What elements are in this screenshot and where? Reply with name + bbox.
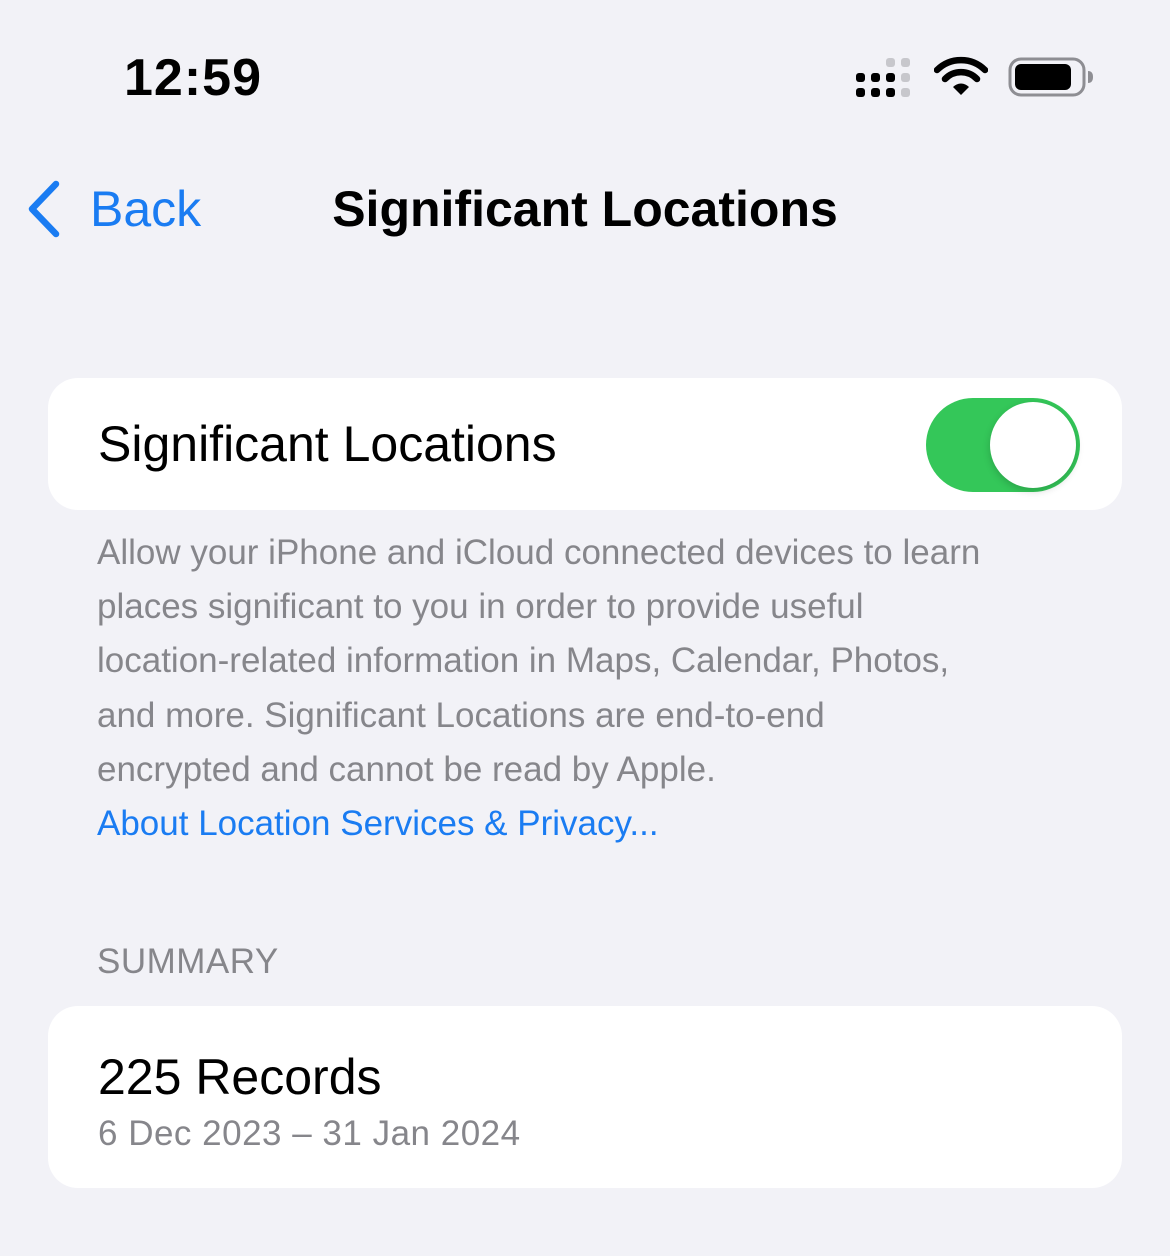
footer-line: places significant to you in order to pr… bbox=[97, 587, 864, 627]
wifi-icon bbox=[934, 56, 988, 95]
footer-line: location-related information in Maps, Ca… bbox=[97, 641, 950, 681]
chevron-left-icon bbox=[28, 180, 60, 238]
summary-section-header: SUMMARY bbox=[97, 942, 279, 981]
footer-line: encrypted and cannot be read by Apple. bbox=[97, 749, 716, 789]
toggle-knob bbox=[990, 402, 1076, 488]
significant-locations-toggle[interactable] bbox=[926, 398, 1080, 492]
records-count: 225 Records bbox=[98, 1049, 382, 1105]
significant-locations-label: Significant Locations bbox=[98, 416, 557, 472]
back-button[interactable]: Back bbox=[24, 174, 201, 244]
significant-locations-row: Significant Locations bbox=[48, 378, 1122, 510]
status-time: 12:59 bbox=[124, 49, 262, 107]
footer-description: Allow your iPhone and iCloud connected d… bbox=[97, 526, 1087, 797]
records-date-range: 6 Dec 2023 – 31 Jan 2024 bbox=[98, 1114, 521, 1153]
about-location-privacy-link[interactable]: About Location Services & Privacy... bbox=[97, 796, 659, 852]
summary-records-row[interactable]: 225 Records 6 Dec 2023 – 31 Jan 2024 bbox=[48, 1006, 1122, 1188]
footer-line: and more. Significant Locations are end-… bbox=[97, 695, 825, 735]
signal-icon bbox=[856, 58, 910, 97]
navigation-bar: Significant Locations Back bbox=[0, 160, 1170, 260]
back-label: Back bbox=[90, 181, 202, 237]
status-bar: 12:59 bbox=[0, 0, 1170, 140]
footer-line: Allow your iPhone and iCloud connected d… bbox=[97, 533, 981, 572]
battery-icon bbox=[1008, 57, 1093, 97]
